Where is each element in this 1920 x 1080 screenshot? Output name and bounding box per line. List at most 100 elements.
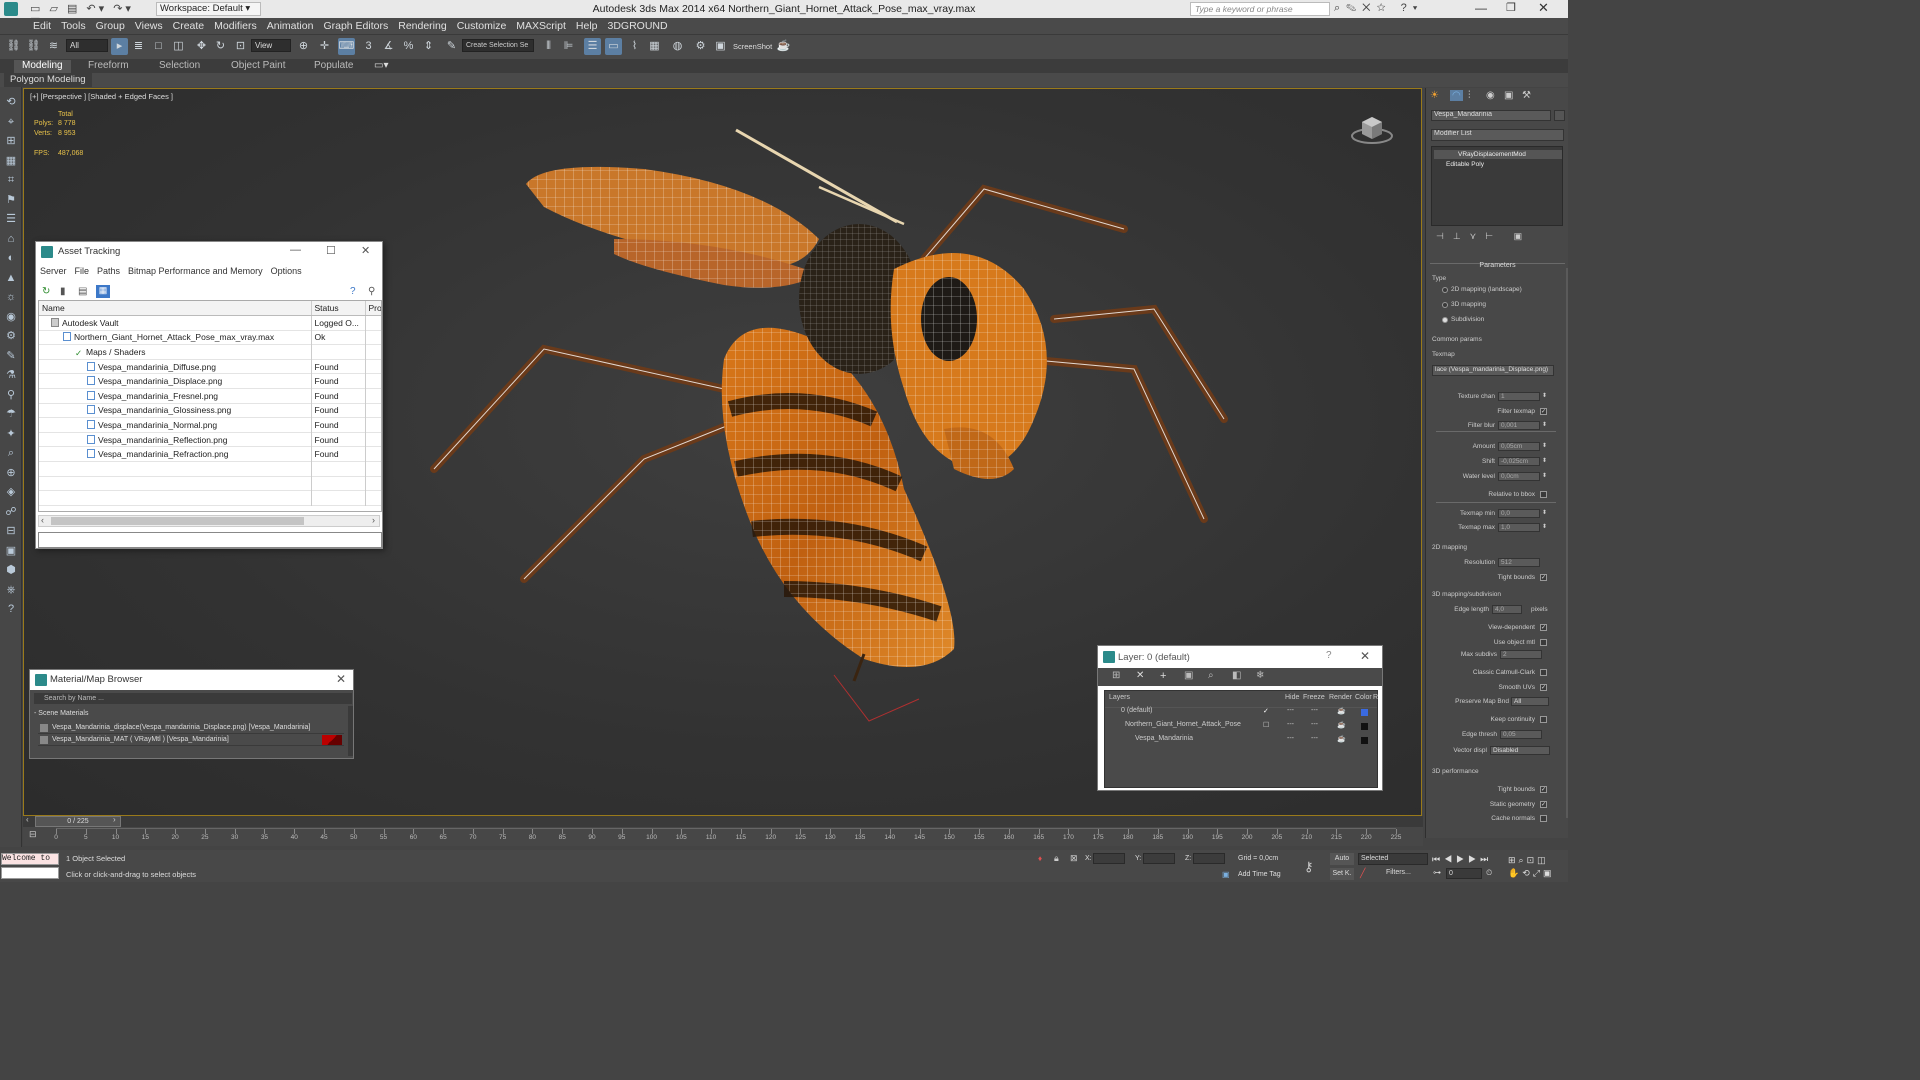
- select-by-name-icon[interactable]: ≣: [130, 38, 147, 55]
- asset-row[interactable]: Vespa_mandarinia_Refraction.png Found: [39, 446, 381, 462]
- r-col-header[interactable]: R: [1373, 694, 1378, 701]
- absolute-mode-icon[interactable]: ⊠: [1070, 853, 1078, 864]
- command-panel-scrollbar[interactable]: [1566, 268, 1568, 818]
- utilities-tab-icon[interactable]: ⚒: [1522, 90, 1531, 101]
- scale-icon[interactable]: ⊡: [232, 38, 249, 55]
- param-checkbox[interactable]: ✓: [1540, 801, 1547, 808]
- at-menu-bitmap-performance-and-memory[interactable]: Bitmap Performance and Memory: [128, 266, 263, 276]
- scroll-left-icon[interactable]: ‹: [41, 515, 44, 525]
- maximize-button[interactable]: ❐: [1506, 1, 1516, 14]
- collapse-icon[interactable]: ⊟: [4, 524, 18, 538]
- max-subdivs-input[interactable]: 2: [1500, 650, 1542, 659]
- help-icon[interactable]: ?: [350, 286, 356, 297]
- layer-name[interactable]: Northern_Giant_Hornet_Attack_Pose: [1125, 721, 1241, 728]
- filters-button[interactable]: Filters...: [1386, 869, 1420, 880]
- layer-color-swatch[interactable]: [1361, 723, 1368, 730]
- material-item[interactable]: Vespa_Mandarinia_displace(Vespa_mandarin…: [38, 722, 344, 734]
- edit-icon[interactable]: ✎: [4, 349, 18, 363]
- auto-key-button[interactable]: Auto: [1330, 853, 1354, 865]
- window-crossing-icon[interactable]: ◫: [170, 38, 187, 55]
- keyboard-shortcut-icon[interactable]: ⌨: [338, 38, 355, 55]
- param-checkbox[interactable]: [1540, 639, 1547, 646]
- color-col-header[interactable]: Color: [1355, 694, 1372, 701]
- contrast-icon[interactable]: ◐: [4, 251, 18, 265]
- time-slider[interactable]: ‹ 0 / 225 ›: [23, 815, 1423, 827]
- layer-color-swatch[interactable]: [1361, 737, 1368, 744]
- add-time-tag[interactable]: Add Time Tag: [1238, 871, 1281, 878]
- menu-maxscript[interactable]: MAXScript: [511, 18, 571, 34]
- menu-customize[interactable]: Customize: [452, 18, 512, 34]
- param-input[interactable]: 0,001: [1498, 421, 1540, 430]
- hide-toggle[interactable]: ---: [1287, 721, 1294, 728]
- angle-snap-icon[interactable]: ∡: [380, 38, 397, 55]
- modify-tab-icon[interactable]: ◠: [1450, 90, 1463, 101]
- y-coord-input[interactable]: [1143, 853, 1175, 864]
- at-menu-server[interactable]: Server: [40, 266, 67, 276]
- modifier-list-dropdown[interactable]: Modifier List: [1431, 129, 1564, 141]
- named-selection-dropdown[interactable]: Create Selection Se: [462, 39, 534, 52]
- refresh-icon[interactable]: ↻: [42, 286, 50, 297]
- select-object-icon[interactable]: ▸: [111, 38, 128, 55]
- maxscript-listener[interactable]: Welcome to: [1, 853, 59, 865]
- graphite-toggle-icon[interactable]: ▭: [605, 38, 622, 55]
- at-menu-options[interactable]: Options: [271, 266, 302, 276]
- key-mode-toggle-icon[interactable]: ⊶: [1433, 868, 1441, 878]
- hide-toggle[interactable]: ---: [1287, 735, 1294, 742]
- viewport-navigation-controls[interactable]: ⊞⌕⊡◫ ✋⟲⤢▣: [1508, 854, 1568, 880]
- layer-name[interactable]: Vespa_Mandarinia: [1135, 735, 1193, 742]
- ribbon-options-icon[interactable]: ▭▾: [374, 60, 388, 71]
- minimize-button[interactable]: —: [1475, 1, 1487, 15]
- render-teapot-icon[interactable]: ☕: [1337, 707, 1346, 715]
- menu-group[interactable]: Group: [91, 18, 130, 34]
- active-layer-check-icon[interactable]: ✓: [1263, 707, 1269, 715]
- material-browser-close-button[interactable]: ✕: [336, 672, 346, 686]
- playback-controls[interactable]: ⏮◀▶▶⏭: [1432, 854, 1502, 865]
- edit-named-sel-icon[interactable]: ✎: [443, 38, 460, 55]
- gear-icon[interactable]: ⚙: [4, 329, 18, 343]
- render-col-header[interactable]: Render: [1329, 694, 1352, 701]
- detail-view-icon[interactable]: ▤: [78, 286, 87, 297]
- scene-materials-header[interactable]: - Scene Materials: [34, 710, 344, 720]
- layer-color-swatch[interactable]: [1361, 709, 1368, 716]
- box-icon[interactable]: ▣: [4, 544, 18, 558]
- modifier-stack-item[interactable]: VRayDisplacementMod: [1434, 150, 1562, 159]
- flag-icon[interactable]: ⚑: [4, 193, 18, 207]
- next-frame-icon[interactable]: ›: [113, 815, 116, 824]
- asset-row[interactable]: Vespa_mandarinia_Displace.png Found: [39, 373, 381, 389]
- tab-freeform[interactable]: Freeform: [88, 60, 129, 71]
- material-map-browser[interactable]: Material/Map Browser ✕ Search by Name ..…: [29, 669, 354, 759]
- help-icon[interactable]: ?: [4, 602, 18, 616]
- col-pro-header[interactable]: Pro: [365, 301, 381, 317]
- display-tab-icon[interactable]: ▣: [1504, 90, 1513, 101]
- param-input[interactable]: 1,0: [1498, 523, 1540, 532]
- menu-3dground[interactable]: 3DGROUND: [603, 18, 673, 34]
- menu-rendering[interactable]: Rendering: [393, 18, 451, 34]
- hierarchy-tab-icon[interactable]: ⫶: [1468, 90, 1471, 101]
- diamond-icon[interactable]: ◈: [4, 485, 18, 499]
- ref-coord-dropdown[interactable]: View: [251, 39, 291, 52]
- snaps-toggle-icon[interactable]: 3: [360, 38, 377, 55]
- freeze-toggle[interactable]: ---: [1311, 721, 1318, 728]
- sun-icon[interactable]: ☼: [4, 290, 18, 304]
- umbrella-icon[interactable]: ☂: [4, 407, 18, 421]
- freeze-col-header[interactable]: Freeze: [1303, 694, 1325, 701]
- spinner-icon[interactable]: ⬍: [1542, 421, 1547, 428]
- key-icon[interactable]: ⚷: [1304, 859, 1314, 875]
- scroll-right-icon[interactable]: ›: [372, 515, 375, 525]
- modifier-stack-item[interactable]: Editable Poly: [1434, 160, 1562, 169]
- layer-manager-icon[interactable]: ☰: [584, 38, 601, 55]
- hide-all-icon[interactable]: ◧: [1232, 670, 1241, 681]
- asset-row[interactable]: ✓ Maps / Shaders: [39, 344, 381, 360]
- render-teapot-icon[interactable]: ☕: [1337, 735, 1346, 743]
- add-icon[interactable]: ⊕: [4, 466, 18, 480]
- hide-col-header[interactable]: Hide: [1285, 694, 1299, 701]
- hex-icon[interactable]: ⬢: [4, 563, 18, 577]
- mirror-icon[interactable]: ⫴: [540, 38, 557, 55]
- param-input[interactable]: 0,0: [1498, 509, 1540, 518]
- material-editor-icon[interactable]: ◍: [669, 38, 686, 55]
- asset-tracking-close-button[interactable]: ✕: [361, 244, 370, 257]
- param-checkbox[interactable]: ✓: [1540, 624, 1547, 631]
- motion-tab-icon[interactable]: ◉: [1486, 90, 1495, 101]
- parameters-rollout-title[interactable]: Parameters: [1426, 262, 1569, 269]
- layer-row[interactable]: Northern_Giant_Hornet_Attack_Pose ☐ --- …: [1105, 721, 1377, 735]
